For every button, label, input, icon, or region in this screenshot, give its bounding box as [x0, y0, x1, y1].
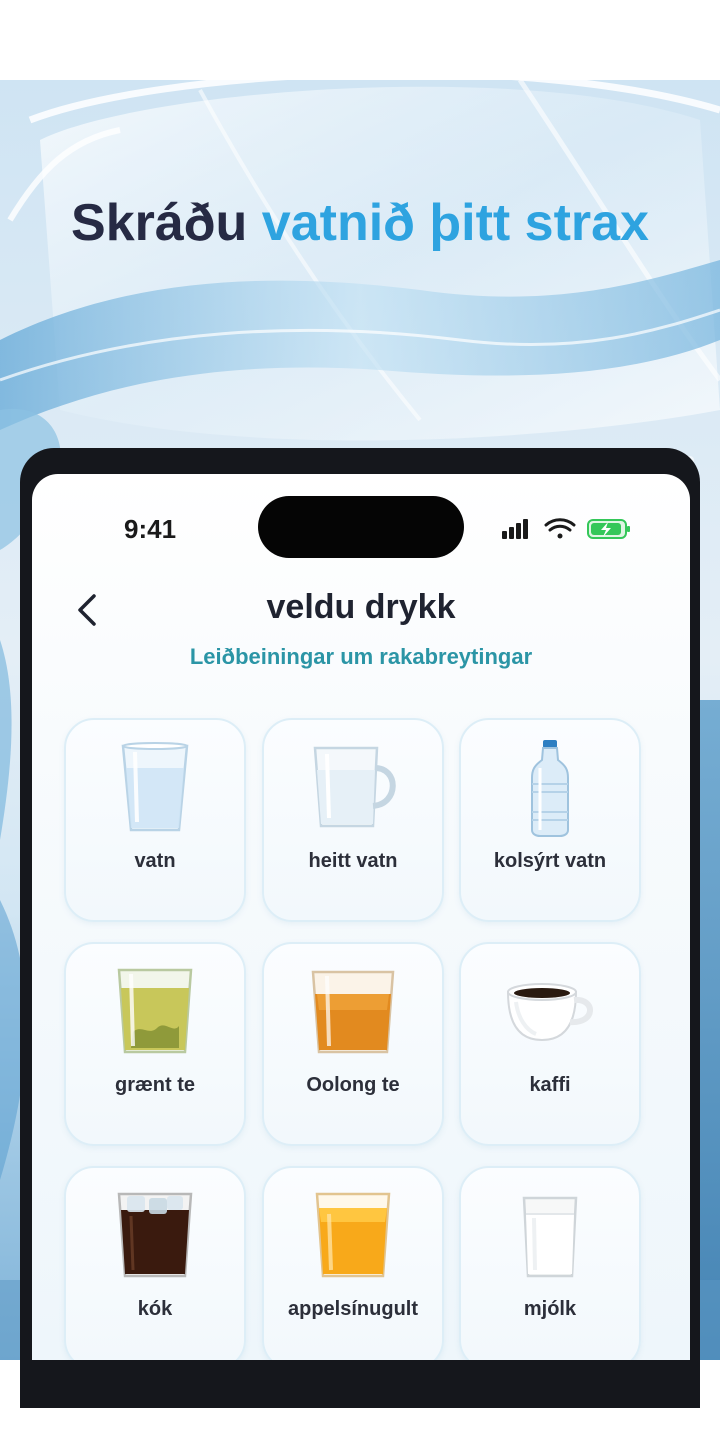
battery-charging-icon — [587, 519, 630, 539]
headline-dark: Skráðu — [71, 194, 248, 252]
status-icons — [500, 516, 640, 540]
status-time: 9:41 — [124, 514, 177, 544]
oolong-tea-glass-icon — [311, 970, 395, 1054]
chevron-left-icon — [78, 594, 96, 626]
cola-glass-icon — [117, 1192, 193, 1278]
drink-label: mjólk — [523, 1298, 577, 1320]
sparkling-water-bottle-icon — [531, 740, 569, 837]
orange-juice-glass-icon — [315, 1192, 391, 1278]
drink-card-sparkling-water[interactable]: kolsýrt vatn — [459, 718, 641, 922]
drink-card-hot-water[interactable]: heitt vatn — [262, 718, 444, 922]
drink-card-oolong-tea[interactable]: Oolong te — [262, 942, 444, 1146]
milk-glass-icon — [522, 1196, 578, 1278]
canvas: Skráðu vatnið þitt strax 9:41 veldu dryk… — [0, 0, 720, 1440]
green-tea-glass-icon — [117, 968, 193, 1054]
page-title: veldu drykk — [266, 588, 456, 626]
drink-card-milk[interactable]: mjólk — [459, 1166, 641, 1360]
drink-label: grænt te — [115, 1074, 195, 1096]
drink-label: heitt vatn — [308, 850, 398, 872]
drink-label: kók — [137, 1298, 173, 1320]
cellular-signal-icon — [502, 519, 528, 539]
drink-card-orange-juice[interactable]: appelsínugult — [262, 1166, 444, 1360]
coffee-cup-icon — [506, 983, 593, 1042]
water-glass-icon — [121, 742, 189, 832]
drink-label: kaffi — [529, 1074, 571, 1096]
drink-label: appelsínugult — [288, 1298, 418, 1320]
drink-label: kolsýrt vatn — [493, 850, 607, 872]
hot-water-mug-icon — [313, 746, 396, 828]
headline: Skráðu vatnið þitt strax — [60, 190, 660, 256]
phone-screen: 9:41 veldu drykk Leiðbeiningar um rakabr… — [32, 474, 690, 1360]
drink-card-water[interactable]: vatn — [64, 718, 246, 922]
drink-card-cola[interactable]: kók — [64, 1166, 246, 1360]
drink-label: Oolong te — [306, 1074, 400, 1096]
back-button[interactable] — [70, 590, 106, 630]
wifi-icon — [544, 518, 576, 539]
headline-accent: vatnið þitt strax — [261, 194, 649, 252]
drink-label: vatn — [134, 850, 176, 872]
dynamic-island — [258, 496, 464, 558]
drink-card-green-tea[interactable]: grænt te — [64, 942, 246, 1146]
hydration-guide-link[interactable]: Leiðbeiningar um rakabreytingar — [92, 644, 630, 670]
drink-card-coffee[interactable]: kaffi — [459, 942, 641, 1146]
